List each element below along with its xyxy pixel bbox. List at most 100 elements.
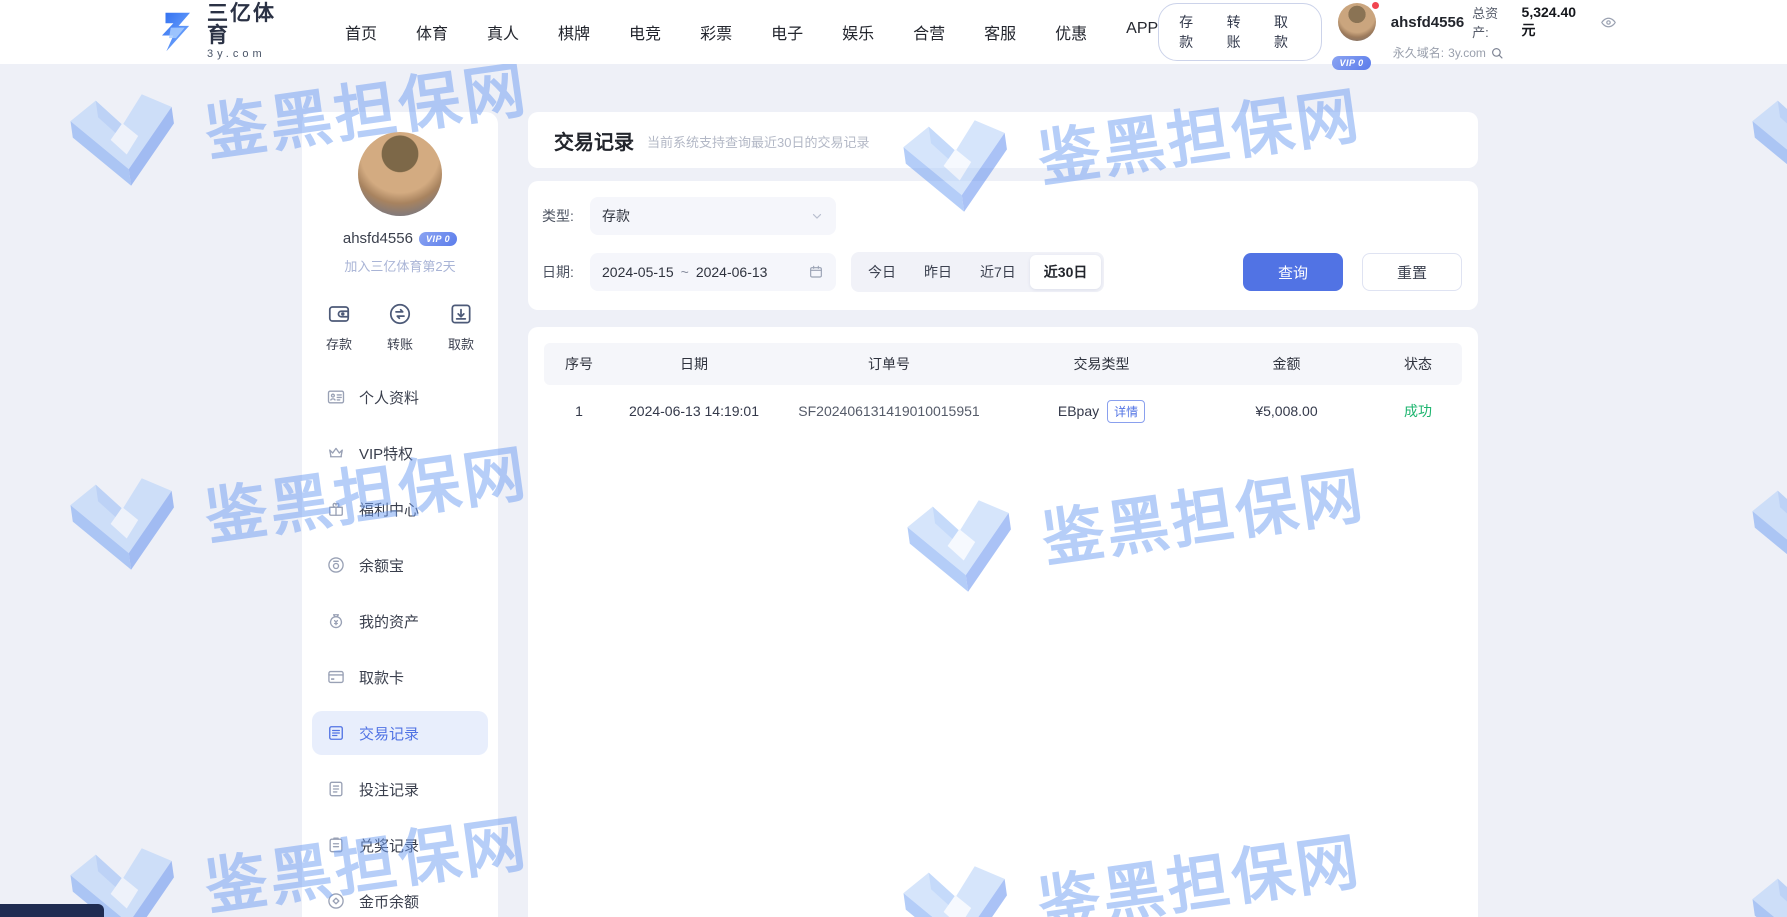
table-row: 12024-06-13 14:19:01SF202406131419010015… [544, 385, 1462, 437]
sidebar-item-2[interactable]: VIP特权 [312, 431, 488, 475]
search-icon[interactable] [1490, 46, 1504, 60]
nav-item-7[interactable]: 电子 [771, 20, 803, 44]
page-title: 交易记录 [554, 126, 634, 155]
date-label: 日期: [542, 262, 590, 282]
notification-dot [1371, 1, 1380, 10]
watermark-logo-icon [52, 75, 196, 204]
page-subtitle: 当前系统支持查询最近30日的交易记录 [647, 129, 869, 151]
member-sidebar: ahsfd4556 VIP 0 加入三亿体育第2天 存款转账取款 个人资料VIP… [302, 112, 498, 917]
vip-badge: VIP 0 [1332, 56, 1370, 70]
sidebar-item-1[interactable]: 个人资料 [312, 375, 488, 419]
sidebar-item-label: 个人资料 [359, 387, 419, 408]
quick-action-1[interactable]: 存款 [326, 301, 352, 353]
sidebar-item-label: 投注记录 [359, 779, 419, 800]
range-button-4[interactable]: 近30日 [1030, 255, 1102, 289]
page-title-card: 交易记录 当前系统支持查询最近30日的交易记录 [528, 112, 1478, 168]
sidebar-item-5[interactable]: 我的资产 [312, 599, 488, 643]
eye-icon[interactable] [1600, 14, 1617, 31]
user-info[interactable]: VIP 0 ahsfd4556 总资产: 5,324.40元 永久域名: 3y.… [1338, 3, 1617, 61]
type-value: EBpay [1058, 403, 1099, 419]
sidebar-menu: 个人资料 VIP特权福利中心余额宝我的资产取款卡交易记录投注记录兑奖记录金币余额 [302, 375, 498, 917]
sidebar-item-label: 兑奖记录 [359, 835, 419, 856]
watermark: 鉴黑担保网 [1734, 418, 1787, 594]
quick-action-2[interactable]: 转账 [387, 301, 413, 353]
date-end: 2024-06-13 [696, 264, 768, 280]
sidebar-item-8[interactable]: 投注记录 [312, 767, 488, 811]
sidebar-item-label: 交易记录 [359, 723, 419, 744]
watermark-logo-icon [1734, 853, 1787, 917]
range-button-2[interactable]: 昨日 [910, 255, 966, 289]
main-content: 交易记录 当前系统支持查询最近30日的交易记录 类型: 存款 日期: 2024-… [528, 112, 1478, 917]
sidebar-item-label: VIP特权 [359, 443, 413, 464]
date-range-input[interactable]: 2024-05-15 ~ 2024-06-13 [590, 253, 836, 291]
nav-item-1[interactable]: 首页 [345, 20, 377, 44]
range-button-1[interactable]: 今日 [854, 255, 910, 289]
cell-amount: ¥5,008.00 [1199, 403, 1374, 419]
search-button[interactable]: 查询 [1243, 253, 1343, 291]
nav-item-10[interactable]: 客服 [984, 20, 1016, 44]
nav-item-11[interactable]: 优惠 [1055, 20, 1087, 44]
table-header-row: 序号日期订单号交易类型金额状态 [544, 343, 1462, 385]
cell-order-no: SF202406131419010015951 [774, 403, 1004, 419]
quick-range-group: 今日昨日近7日近30日 [851, 252, 1104, 292]
nav-item-2[interactable]: 体育 [416, 20, 448, 44]
nav-item-9[interactable]: 合营 [913, 20, 945, 44]
logo-subtitle: 3y.com [207, 49, 297, 61]
type-select-value: 存款 [602, 206, 810, 226]
profile-icon [326, 387, 346, 407]
logo-icon [155, 10, 197, 54]
assets-label: 总资产: [1472, 3, 1513, 41]
sidebar-item-label: 福利中心 [359, 499, 419, 520]
top-header: 三亿体育 3y.com 首页 体育 真人 棋牌 电竞 彩票 电子 娱乐 合营 客服 优惠 APP 存款… [0, 0, 1787, 64]
quick-action-label: 存款 [326, 334, 352, 353]
type-label: 类型: [542, 206, 590, 226]
deposit-icon [326, 301, 352, 327]
table-header-cell-5: 金额 [1199, 354, 1374, 374]
cell-type: EBpay 详情 [1004, 400, 1199, 423]
date-start: 2024-05-15 [602, 264, 674, 280]
nav-item-4[interactable]: 棋牌 [558, 20, 590, 44]
profile-avatar[interactable] [358, 132, 442, 216]
site-logo[interactable]: 三亿体育 3y.com [155, 3, 297, 61]
nav-item-12[interactable]: APP [1126, 20, 1158, 44]
sidebar-item-4[interactable]: 余额宝 [312, 543, 488, 587]
table-header-cell-4: 交易类型 [1004, 354, 1199, 374]
nav-item-6[interactable]: 彩票 [700, 20, 732, 44]
bank-card-icon [326, 667, 346, 687]
range-button-3[interactable]: 近7日 [966, 255, 1030, 289]
logo-title: 三亿体育 [207, 3, 297, 47]
sidebar-username: ahsfd4556 [343, 230, 413, 247]
yuebao-icon [326, 555, 346, 575]
wallet-action-1[interactable]: 存款 [1179, 12, 1206, 52]
quick-action-3[interactable]: 取款 [448, 301, 474, 353]
sidebar-item-7[interactable]: 交易记录 [312, 711, 488, 755]
chevron-down-icon [810, 209, 824, 223]
assets-icon [326, 611, 346, 631]
wallet-action-3[interactable]: 取款 [1274, 12, 1301, 52]
table-header-cell-3: 订单号 [774, 354, 1004, 374]
nav-item-8[interactable]: 娱乐 [842, 20, 874, 44]
wallet-actions-pill: 存款转账取款 [1158, 3, 1322, 61]
reset-button[interactable]: 重置 [1362, 253, 1462, 291]
avatar[interactable] [1338, 3, 1376, 41]
sidebar-quick-actions: 存款 转账取款 [302, 301, 498, 353]
sidebar-item-label: 金币余额 [359, 891, 419, 912]
sidebar-item-3[interactable]: 福利中心 [312, 487, 488, 531]
transactions-table-card: 序号日期订单号交易类型金额状态 12024-06-13 14:19:01SF20… [528, 327, 1478, 917]
filter-panel: 类型: 存款 日期: 2024-05-15 ~ 2024-06-13 [528, 181, 1478, 310]
transaction-list-icon [326, 723, 346, 743]
withdraw-icon [448, 301, 474, 327]
sidebar-item-10[interactable]: 金币余额 [312, 879, 488, 917]
gift-icon [326, 499, 346, 519]
type-select[interactable]: 存款 [590, 197, 836, 235]
detail-button[interactable]: 详情 [1107, 400, 1145, 423]
table-body: 12024-06-13 14:19:01SF202406131419010015… [544, 385, 1462, 437]
sidebar-item-label: 我的资产 [359, 611, 419, 632]
sidebar-item-6[interactable]: 取款卡 [312, 655, 488, 699]
redeem-record-icon [326, 835, 346, 855]
nav-item-3[interactable]: 真人 [487, 20, 519, 44]
wallet-action-2[interactable]: 转账 [1227, 12, 1254, 52]
nav-item-5[interactable]: 电竞 [629, 20, 661, 44]
bet-record-icon [326, 779, 346, 799]
sidebar-item-9[interactable]: 兑奖记录 [312, 823, 488, 867]
